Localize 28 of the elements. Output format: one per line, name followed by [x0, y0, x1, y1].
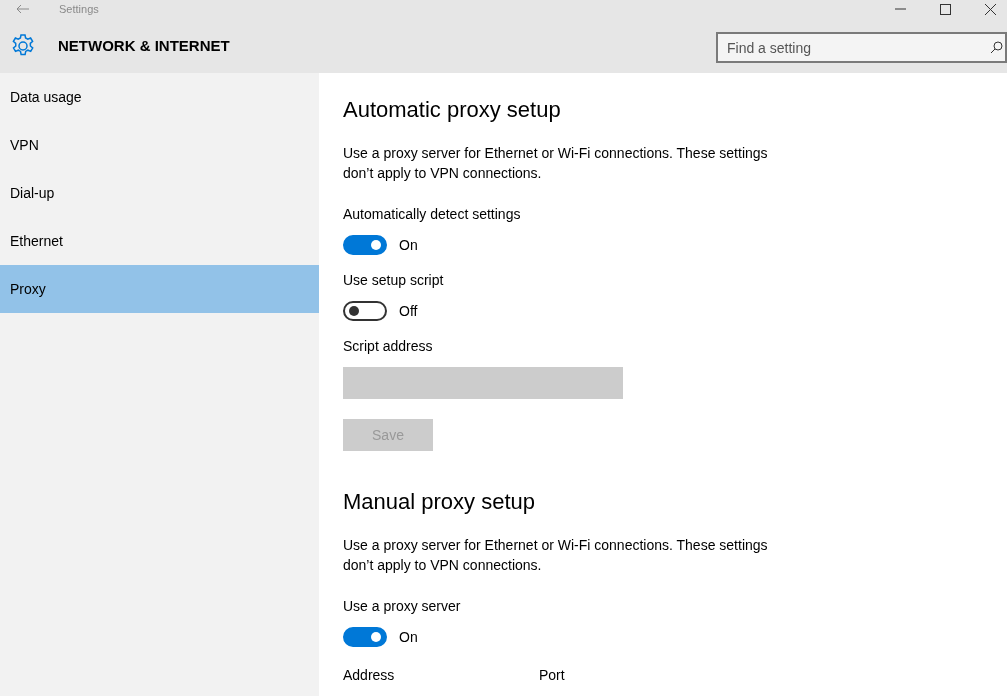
description-text: Use a proxy server for Ethernet or Wi-Fi connections. These settings don’t apply to VPN connections.	[343, 536, 769, 575]
sidebar-item[interactable]: Ethernet	[0, 217, 319, 265]
toggle-state: Off	[399, 303, 418, 319]
page-title: NETWORK & INTERNET	[58, 37, 230, 54]
close-icon[interactable]	[985, 3, 996, 15]
section-heading: Automatic proxy setup	[343, 97, 561, 123]
field-label: Address	[343, 667, 396, 683]
sidebar-item[interactable]: VPN	[0, 121, 319, 169]
back-arrow-icon[interactable]	[16, 4, 30, 14]
setting-label: Automatically detect settings	[343, 205, 521, 223]
maximize-icon[interactable]	[940, 3, 951, 15]
toggle-switch[interactable]	[343, 235, 387, 255]
setting-label: Use a proxy server	[343, 597, 461, 615]
toggle-switch[interactable]	[343, 301, 387, 321]
search-field[interactable]: Find a setting	[716, 32, 1007, 63]
description-text: Use a proxy server for Ethernet or Wi-Fi connections. These settings don’t apply to VPN connections.	[343, 144, 769, 183]
toggle-switch[interactable]	[343, 627, 387, 647]
field-label: Port	[539, 667, 566, 683]
toggle-state: On	[399, 237, 418, 253]
toggle-state: On	[399, 629, 418, 645]
section-heading: Manual proxy setup	[343, 489, 535, 515]
window-title: Settings	[59, 3, 99, 15]
sidebar-item[interactable]: Proxy	[0, 265, 319, 313]
setting-label: Use setup script	[343, 271, 444, 289]
sidebar-item[interactable]: Data usage	[0, 73, 319, 121]
sidebar-item[interactable]: Dial-up	[0, 169, 319, 217]
search-icon[interactable]	[990, 41, 1003, 54]
field-label: Script address	[343, 337, 434, 355]
